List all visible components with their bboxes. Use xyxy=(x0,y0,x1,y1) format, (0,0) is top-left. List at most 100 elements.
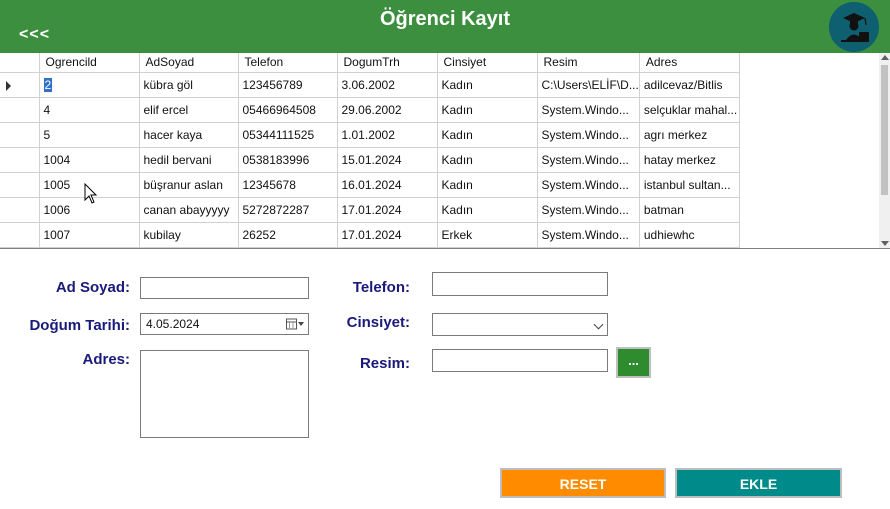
row-header[interactable] xyxy=(0,172,40,198)
adres-textarea[interactable] xyxy=(140,350,309,438)
table-row[interactable]: 4 elif ercel 05466964508 29.06.2002 Kadın Sys… xyxy=(0,97,740,123)
table-cell[interactable]: 3.06.2002 xyxy=(337,72,438,98)
table-cell[interactable]: Kadın xyxy=(437,147,538,173)
cinsiyet-label: Cinsiyet: xyxy=(346,314,410,331)
table-cell[interactable]: büşranur aslan xyxy=(139,172,239,198)
table-cell[interactable]: 1.01.2002 xyxy=(337,122,438,148)
grid-vertical-scrollbar[interactable] xyxy=(879,53,890,248)
table-cell[interactable]: System.Windo... xyxy=(537,147,640,173)
table-row[interactable]: 2 kübra göl 123456789 3.06.2002 Kadın C:\User… xyxy=(0,72,740,98)
table-cell[interactable]: Kadın xyxy=(437,122,538,148)
browse-image-button[interactable]: ... xyxy=(616,347,651,378)
table-cell[interactable]: Kadın xyxy=(437,172,538,198)
table-cell[interactable]: batman xyxy=(639,197,740,223)
row-header[interactable] xyxy=(0,97,40,123)
cinsiyet-combobox[interactable] xyxy=(432,313,608,336)
table-cell[interactable]: 2 xyxy=(39,72,140,98)
row-header[interactable] xyxy=(0,72,40,98)
table-cell[interactable]: canan abayyyyy xyxy=(139,197,239,223)
dogum-tarihi-picker[interactable]: 4.05.2024 xyxy=(140,313,309,335)
table-cell[interactable]: adilcevaz/Bitlis xyxy=(639,72,740,98)
chevron-down-icon[interactable] xyxy=(593,319,604,330)
scroll-down-icon[interactable] xyxy=(881,241,889,246)
table-cell[interactable]: System.Windo... xyxy=(537,122,640,148)
scroll-thumb[interactable] xyxy=(881,65,888,195)
page-title: Öğrenci Kayıt xyxy=(379,8,511,30)
students-data-grid[interactable]: Ogrencild AdSoyad Telefon DogumTrh Cinsi… xyxy=(0,53,890,249)
table-cell[interactable]: hatay merkez xyxy=(639,147,740,173)
row-header[interactable] xyxy=(0,197,40,223)
table-cell[interactable]: 17.01.2024 xyxy=(337,222,438,248)
row-header[interactable] xyxy=(0,222,40,248)
table-cell[interactable]: kubilay xyxy=(139,222,239,248)
adsoyad-label: Ad Soyad: xyxy=(55,279,130,296)
table-cell[interactable]: Kadın xyxy=(437,97,538,123)
scroll-up-icon[interactable] xyxy=(881,55,889,60)
row-header-corner xyxy=(0,53,40,73)
table-row[interactable]: 1006 canan abayyyyy 5272872287 17.01.2024 Ka… xyxy=(0,197,740,223)
table-cell[interactable]: hacer kaya xyxy=(139,122,239,148)
dogum-tarihi-label: Doğum Tarihi: xyxy=(29,317,130,334)
table-cell[interactable]: 05466964508 xyxy=(238,97,338,123)
selected-cell-text: 2 xyxy=(43,77,53,92)
header-bar: <<< Öğrenci Kayıt xyxy=(0,0,890,53)
table-cell[interactable]: 12345678 xyxy=(238,172,338,198)
current-row-arrow-icon xyxy=(6,80,11,91)
table-cell[interactable]: 1004 xyxy=(39,147,140,173)
table-cell[interactable]: 05344111525 xyxy=(238,122,338,148)
table-cell[interactable]: hedil bervani xyxy=(139,147,239,173)
table-cell[interactable]: Erkek xyxy=(437,222,538,248)
mouse-cursor-icon xyxy=(84,183,98,204)
column-header[interactable]: Adres xyxy=(639,53,740,73)
row-header[interactable] xyxy=(0,122,40,148)
table-cell[interactable]: istanbul sultan... xyxy=(639,172,740,198)
table-cell[interactable]: 5272872287 xyxy=(238,197,338,223)
column-header[interactable]: Cinsiyet xyxy=(437,53,538,73)
adres-label: Adres: xyxy=(82,351,130,368)
table-cell[interactable]: udhiewhc xyxy=(639,222,740,248)
table-cell[interactable]: 5 xyxy=(39,122,140,148)
table-cell[interactable]: System.Windo... xyxy=(537,172,640,198)
table-row[interactable]: 1007 kubilay 26252 17.01.2024 Erkek System.Wi… xyxy=(0,222,740,248)
table-cell[interactable]: kübra göl xyxy=(139,72,239,98)
column-header[interactable]: Ogrencild xyxy=(39,53,140,73)
column-header[interactable]: DogumTrh xyxy=(337,53,438,73)
adsoyad-input[interactable] xyxy=(140,277,309,299)
table-cell[interactable]: 0538183996 xyxy=(238,147,338,173)
grid-header-row: Ogrencild AdSoyad Telefon DogumTrh Cinsi… xyxy=(0,53,740,73)
student-registration-window: <<< Öğrenci Kayıt Ogrencild AdSoyad Tele… xyxy=(0,0,890,509)
row-header[interactable] xyxy=(0,147,40,173)
dogum-tarihi-value: 4.05.2024 xyxy=(146,317,200,331)
table-cell[interactable]: 15.01.2024 xyxy=(337,147,438,173)
table-cell[interactable]: 1007 xyxy=(39,222,140,248)
table-cell[interactable]: System.Windo... xyxy=(537,197,640,223)
table-row[interactable]: 5 hacer kaya 05344111525 1.01.2002 Kadın Syst… xyxy=(0,122,740,148)
table-cell[interactable]: 29.06.2002 xyxy=(337,97,438,123)
column-header[interactable]: AdSoyad xyxy=(139,53,239,73)
table-cell[interactable]: agrı merkez xyxy=(639,122,740,148)
graduate-logo-icon xyxy=(829,2,879,52)
resim-input[interactable] xyxy=(432,349,608,372)
table-cell[interactable]: System.Windo... xyxy=(537,97,640,123)
table-cell[interactable]: 26252 xyxy=(238,222,338,248)
table-row[interactable]: 1005 büşranur aslan 12345678 16.01.2024 Kadı… xyxy=(0,172,740,198)
table-cell[interactable]: elif ercel xyxy=(139,97,239,123)
table-cell[interactable]: 17.01.2024 xyxy=(337,197,438,223)
table-cell[interactable]: selçuklar mahal... xyxy=(639,97,740,123)
column-header[interactable]: Telefon xyxy=(238,53,338,73)
table-cell[interactable]: System.Windo... xyxy=(537,222,640,248)
table-cell[interactable]: C:\Users\ELİF\D... xyxy=(537,72,640,98)
table-cell[interactable]: 123456789 xyxy=(238,72,338,98)
table-cell[interactable]: 16.01.2024 xyxy=(337,172,438,198)
telefon-label: Telefon: xyxy=(352,279,410,296)
table-cell[interactable]: 4 xyxy=(39,97,140,123)
table-cell[interactable]: Kadın xyxy=(437,197,538,223)
resim-label: Resim: xyxy=(359,355,410,372)
telefon-input[interactable] xyxy=(432,272,608,296)
table-row[interactable]: 1004 hedil bervani 0538183996 15.01.2024 Kad… xyxy=(0,147,740,173)
calendar-dropdown-icon[interactable] xyxy=(286,318,304,330)
reset-button[interactable]: RESET xyxy=(500,468,666,498)
column-header[interactable]: Resim xyxy=(537,53,640,73)
table-cell[interactable]: Kadın xyxy=(437,72,538,98)
ekle-button[interactable]: EKLE xyxy=(675,468,842,498)
